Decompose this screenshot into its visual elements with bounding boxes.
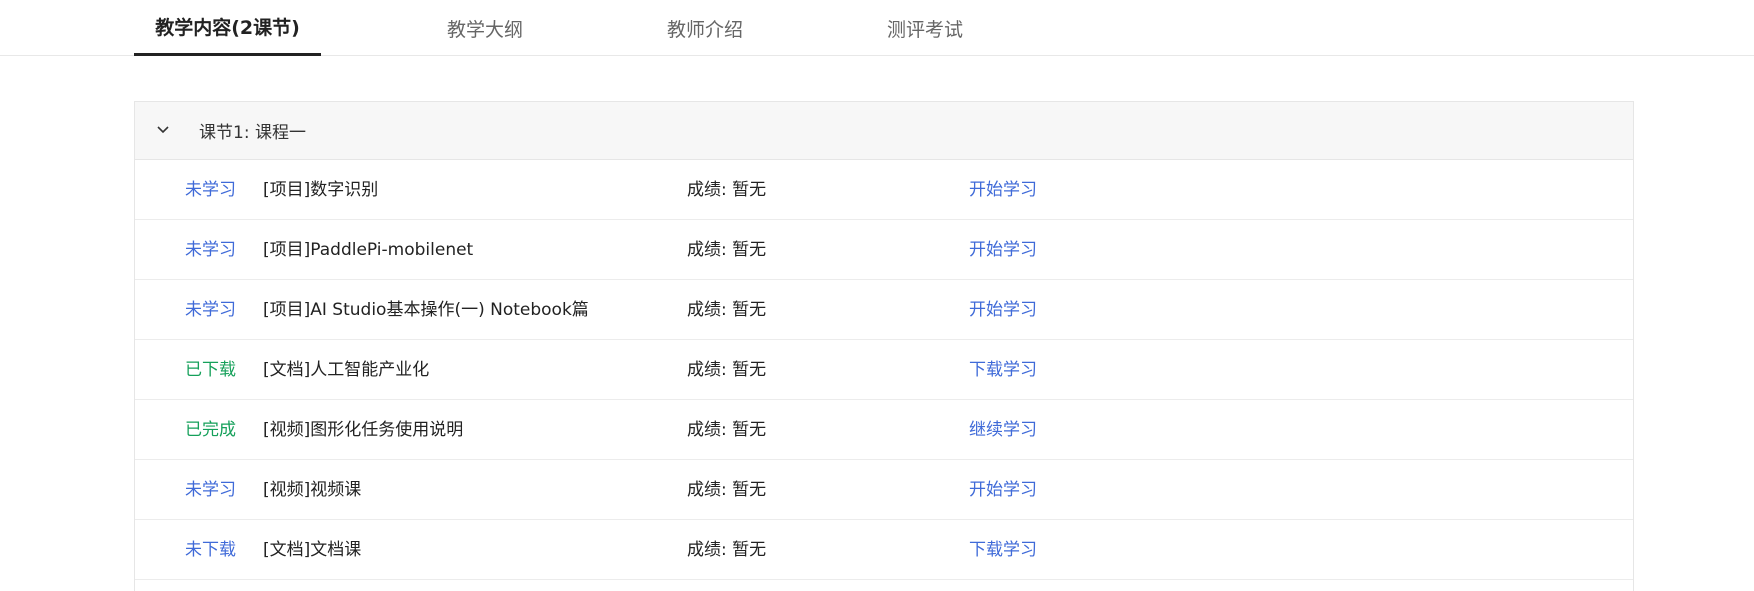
- lesson-item-status: 已完成: [185, 420, 236, 440]
- lesson-item-row: 未学习 [项目]AI Studio基本操作(一) Notebook篇 成绩: 暂…: [135, 280, 1633, 340]
- lesson-item-action-link[interactable]: 继续学习: [969, 400, 1037, 460]
- lesson-item-action-link[interactable]: 下载学习: [969, 340, 1037, 400]
- tab-bar: 教学内容(2课节) 教学大纲 教师介绍 测评考试: [0, 0, 1754, 56]
- lesson-item-title[interactable]: [文档]人工智能产业化: [263, 340, 429, 400]
- lesson-item-action-link[interactable]: 开始学习: [969, 160, 1037, 220]
- tab-assessment[interactable]: 测评考试: [870, 0, 980, 56]
- tab-teaching-content[interactable]: 教学内容(2课节): [134, 0, 321, 56]
- lesson-item-score: 成绩: 暂无: [687, 300, 767, 320]
- lesson-item-action-link[interactable]: 下载学习: [969, 520, 1037, 580]
- lesson-section-title: 课节1: 课程一: [199, 123, 306, 143]
- lesson-item-status: 已下载: [185, 360, 236, 380]
- lesson-item-title[interactable]: [项目]数字识别: [263, 160, 378, 220]
- lesson-item-row: 未学习 [项目]数字识别 成绩: 暂无 开始学习: [135, 160, 1633, 220]
- chevron-down-icon[interactable]: [157, 124, 169, 136]
- lesson-item-row: 已下载 [文档]人工智能产业化 成绩: 暂无 下载学习: [135, 340, 1633, 400]
- lesson-item-status: 未学习: [185, 240, 236, 260]
- lesson-item-list: 未学习 [项目]数字识别 成绩: 暂无 开始学习 未学习 [项目]PaddleP…: [135, 160, 1633, 580]
- lesson-item-status: 未学习: [185, 480, 236, 500]
- lesson-item-row: 未学习 [项目]PaddlePi-mobilenet 成绩: 暂无 开始学习: [135, 220, 1633, 280]
- lesson-item-title[interactable]: [视频]视频课: [263, 460, 361, 520]
- tab-syllabus[interactable]: 教学大纲: [430, 0, 540, 56]
- lesson-section: 课节1: 课程一 未学习 [项目]数字识别 成绩: 暂无 开始学习 未学习 [项…: [134, 101, 1634, 591]
- lesson-item-score: 成绩: 暂无: [687, 420, 767, 440]
- lesson-item-score: 成绩: 暂无: [687, 240, 767, 260]
- lesson-item-action-link[interactable]: 开始学习: [969, 460, 1037, 520]
- lesson-item-score: 成绩: 暂无: [687, 480, 767, 500]
- lesson-item-score: 成绩: 暂无: [687, 360, 767, 380]
- lesson-item-row: 已完成 [视频]图形化任务使用说明 成绩: 暂无 继续学习: [135, 400, 1633, 460]
- lesson-item-action-link[interactable]: 开始学习: [969, 280, 1037, 340]
- lesson-item-row: 未下载 [文档]文档课 成绩: 暂无 下载学习: [135, 520, 1633, 580]
- lesson-item-score: 成绩: 暂无: [687, 540, 767, 560]
- lesson-item-title[interactable]: [项目]AI Studio基本操作(一) Notebook篇: [263, 280, 589, 340]
- lesson-item-score: 成绩: 暂无: [687, 180, 767, 200]
- lesson-item-title[interactable]: [视频]图形化任务使用说明: [263, 400, 463, 460]
- lesson-item-status: 未学习: [185, 180, 236, 200]
- lesson-item-row: 未学习 [视频]视频课 成绩: 暂无 开始学习: [135, 460, 1633, 520]
- lesson-section-header[interactable]: 课节1: 课程一: [135, 102, 1633, 160]
- lesson-item-action-link[interactable]: 开始学习: [969, 220, 1037, 280]
- tab-teacher-intro[interactable]: 教师介绍: [650, 0, 760, 56]
- lesson-item-status: 未下载: [185, 540, 236, 560]
- lesson-item-title[interactable]: [项目]PaddlePi-mobilenet: [263, 220, 473, 280]
- lesson-item-title[interactable]: [文档]文档课: [263, 520, 361, 580]
- lesson-item-status: 未学习: [185, 300, 236, 320]
